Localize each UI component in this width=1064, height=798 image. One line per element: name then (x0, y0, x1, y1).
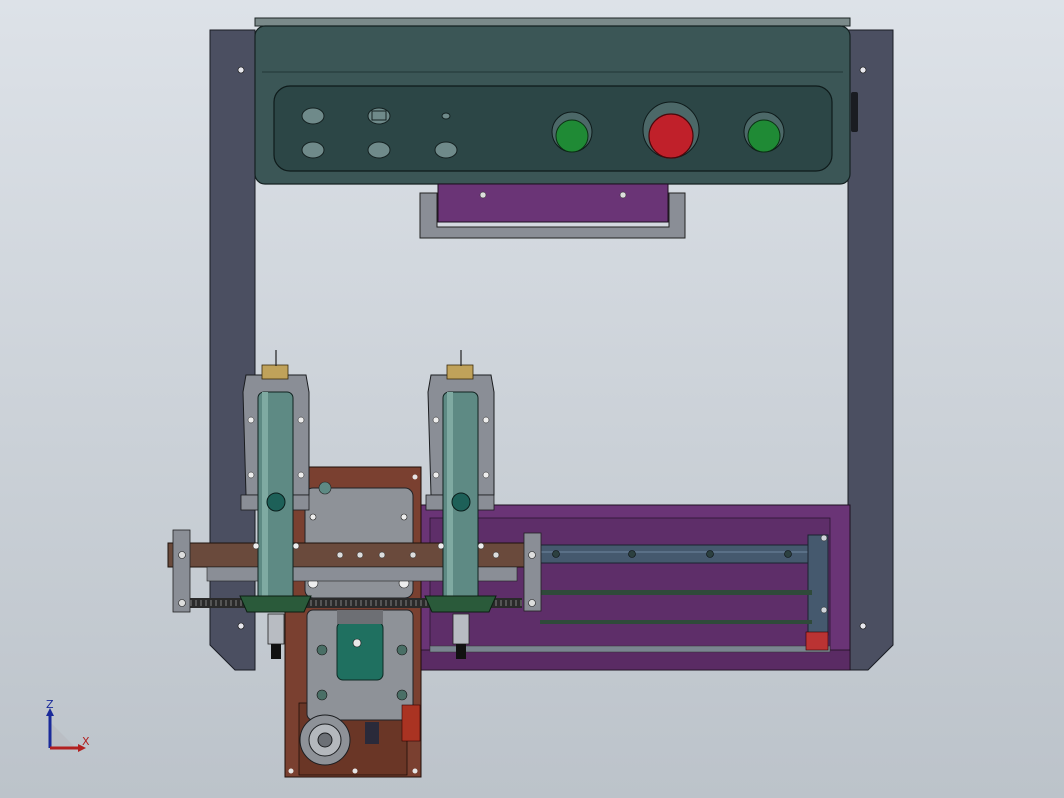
purple-base-plate (419, 504, 851, 671)
control-box (254, 17, 851, 185)
machine-drawing: Z X (46, 17, 894, 778)
emergency-stop-button[interactable] (642, 101, 700, 159)
indicator-lamp-3 (441, 112, 451, 120)
indicator-lamp-5 (367, 141, 391, 159)
indicator-lamp-6 (434, 141, 458, 159)
frame-right-upright (847, 29, 894, 671)
indicator-lamp-1 (301, 107, 325, 125)
indicator-lamp-2 (367, 107, 391, 125)
z-axis-label: Z (46, 698, 54, 711)
x-axis-label: X (82, 735, 90, 748)
reset-button[interactable] (743, 111, 785, 153)
indicator-lamp-4 (301, 141, 325, 159)
axis-triad: Z X (46, 698, 90, 752)
start-button[interactable] (551, 111, 593, 153)
control-box-bracket (419, 183, 686, 239)
cad-viewport[interactable]: Z X (0, 0, 1064, 798)
